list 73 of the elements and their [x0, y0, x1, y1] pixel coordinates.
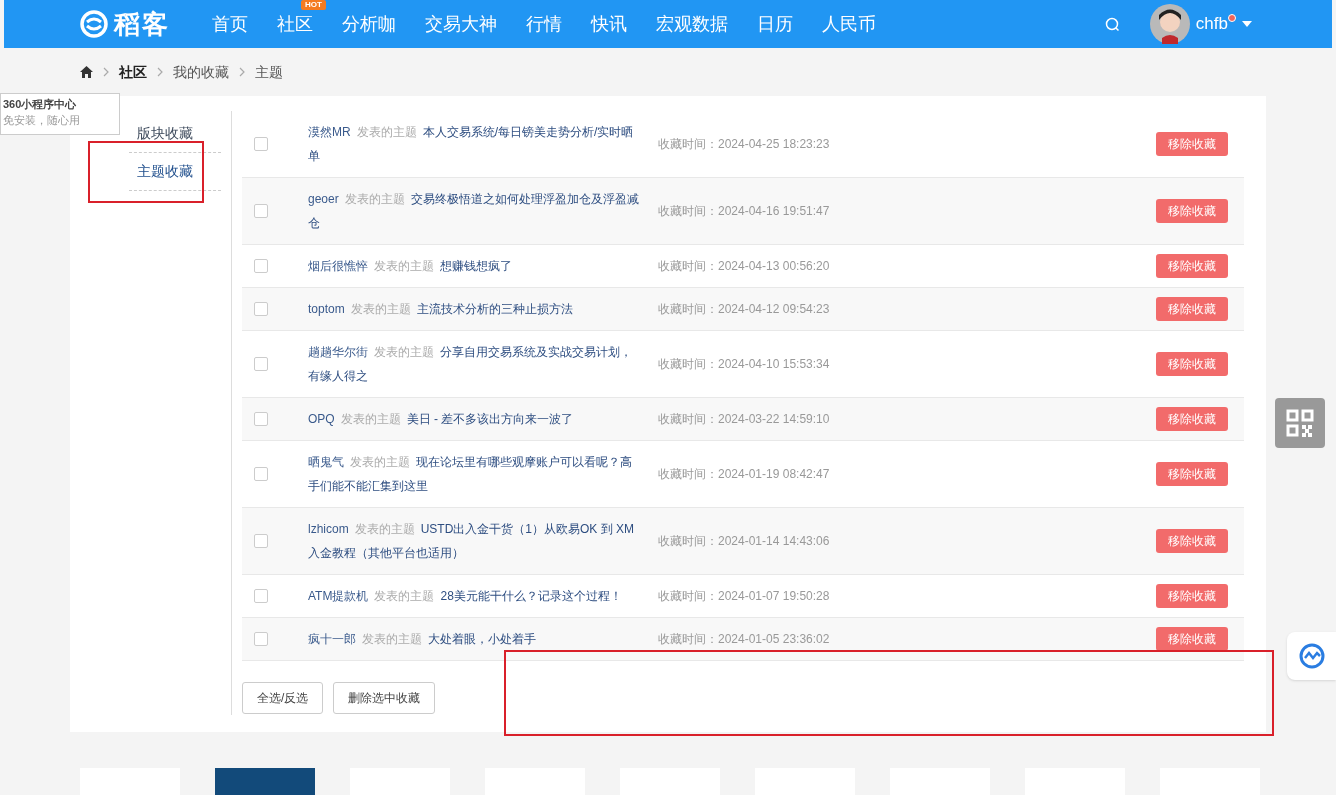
- remove-button[interactable]: 移除收藏: [1156, 199, 1228, 223]
- remove-button[interactable]: 移除收藏: [1156, 584, 1228, 608]
- sidebar-tab[interactable]: 版块收藏: [129, 115, 221, 153]
- popup-title: 360小程序中心: [3, 97, 78, 111]
- remove-button[interactable]: 移除收藏: [1156, 627, 1228, 651]
- favorite-topic-text[interactable]: 疯十一郎 发表的主题 大处着眼，小处着手: [308, 627, 643, 651]
- caret-icon[interactable]: [1242, 20, 1252, 28]
- floating-app-button[interactable]: [1287, 632, 1336, 680]
- checkbox[interactable]: [254, 632, 268, 646]
- favorite-time: 收藏时间：2024-03-22 14:59:10: [658, 411, 831, 428]
- favorite-topic-text[interactable]: toptom 发表的主题 主流技术分析的三种止损方法: [308, 297, 643, 321]
- search-icon[interactable]: [1104, 16, 1120, 32]
- favorite-time: 收藏时间：2024-04-10 15:53:34: [658, 356, 831, 373]
- favorite-time: 收藏时间：2024-01-07 19:50:28: [658, 588, 831, 605]
- nav-link[interactable]: 人民币: [822, 4, 876, 44]
- favorite-topic-text[interactable]: 趟趟华尔街 发表的主题 分享自用交易系统及实战交易计划，有缘人得之: [308, 340, 643, 388]
- checkbox[interactable]: [254, 412, 268, 426]
- swirl-logo-icon: [1298, 643, 1325, 669]
- sidebar-tab[interactable]: 主题收藏: [129, 153, 221, 191]
- qr-code-button[interactable]: [1275, 398, 1325, 448]
- remove-button[interactable]: 移除收藏: [1156, 462, 1228, 486]
- action-button[interactable]: 全选/反选: [242, 682, 324, 714]
- nav-link[interactable]: 交易大神: [425, 4, 497, 44]
- nav-link[interactable]: 快讯: [591, 4, 627, 44]
- favorite-time: 收藏时间：2024-01-19 08:42:47: [658, 466, 831, 483]
- nav-link[interactable]: 宏观数据: [656, 4, 728, 44]
- avatar-icon[interactable]: [1149, 4, 1190, 44]
- checkbox[interactable]: [254, 302, 268, 316]
- nav-link[interactable]: 行情: [526, 4, 562, 44]
- favorite-topic-text[interactable]: OPQ 发表的主题 美日 - 差不多该出方向来一波了: [308, 407, 643, 431]
- checkbox[interactable]: [254, 204, 268, 218]
- checkbox[interactable]: [254, 589, 268, 603]
- chevron-icon: [239, 67, 245, 77]
- favorite-time: 收藏时间：2024-04-12 09:54:23: [658, 301, 831, 318]
- remove-button[interactable]: 移除收藏: [1156, 132, 1228, 156]
- favorite-topic-text[interactable]: 漠然MR 发表的主题 本人交易系统/每日镑美走势分析/实时晒单: [308, 120, 643, 168]
- username[interactable]: chfb: [1195, 11, 1228, 37]
- logo-icon: [80, 10, 108, 38]
- favorite-time: 收藏时间：2024-01-14 14:43:06: [658, 533, 831, 550]
- popup-subtitle: 免安装，随心用: [3, 113, 81, 127]
- favorite-time: 收藏时间：2024-04-13 00:56:20: [658, 258, 831, 275]
- checkbox[interactable]: [254, 534, 268, 548]
- favorite-time: 收藏时间：2024-01-05 23:36:02: [658, 631, 831, 648]
- remove-button[interactable]: 移除收藏: [1156, 529, 1228, 553]
- popup-card[interactable]: 360小程序中心 免安装，随心用: [0, 93, 120, 135]
- favorite-topic-text[interactable]: ATM提款机 发表的主题 28美元能干什么？记录这个过程！: [308, 584, 643, 608]
- chevron-icon: [103, 67, 109, 77]
- logo-text: 稻客: [114, 7, 170, 41]
- remove-button[interactable]: 移除收藏: [1156, 254, 1228, 278]
- remove-button[interactable]: 移除收藏: [1156, 297, 1228, 321]
- home-icon[interactable]: [80, 66, 93, 78]
- chevron-icon: [157, 67, 163, 77]
- nav-link[interactable]: 首页: [212, 4, 248, 44]
- breadcrumb-link[interactable]: 社区: [119, 61, 147, 83]
- checkbox[interactable]: [254, 357, 268, 371]
- breadcrumb-link[interactable]: 我的收藏: [173, 61, 229, 83]
- qr-code-icon: [1286, 409, 1314, 437]
- remove-button[interactable]: 移除收藏: [1156, 407, 1228, 431]
- remove-button[interactable]: 移除收藏: [1156, 352, 1228, 376]
- favorite-topic-text[interactable]: 烟后很憔悴 发表的主题 想赚钱想疯了: [308, 254, 643, 278]
- action-button[interactable]: 删除选中收藏: [333, 682, 436, 714]
- favorite-time: 收藏时间：2024-04-16 19:51:47: [658, 203, 831, 220]
- favorite-topic-text[interactable]: geoer 发表的主题 交易终极悟道之如何处理浮盈加仓及浮盈减仓: [308, 187, 643, 235]
- breadcrumb-link[interactable]: 主题: [255, 61, 283, 83]
- nav-link[interactable]: 分析咖: [342, 4, 396, 44]
- favorite-topic-text[interactable]: 晒鬼气 发表的主题 现在论坛里有哪些观摩账户可以看呢？高手们能不能汇集到这里: [308, 450, 643, 498]
- favorite-topic-text[interactable]: lzhicom 发表的主题 USTD出入金干货（1）从欧易OK 到 XM 入金教程（其他平台也适用）: [308, 517, 643, 565]
- nav-link[interactable]: 日历: [757, 4, 793, 44]
- checkbox[interactable]: [254, 259, 268, 273]
- checkbox[interactable]: [254, 137, 268, 151]
- checkbox[interactable]: [254, 467, 268, 481]
- hot-badge: HOT: [301, 0, 326, 10]
- favorite-time: 收藏时间：2024-04-25 18:23:23: [658, 136, 831, 153]
